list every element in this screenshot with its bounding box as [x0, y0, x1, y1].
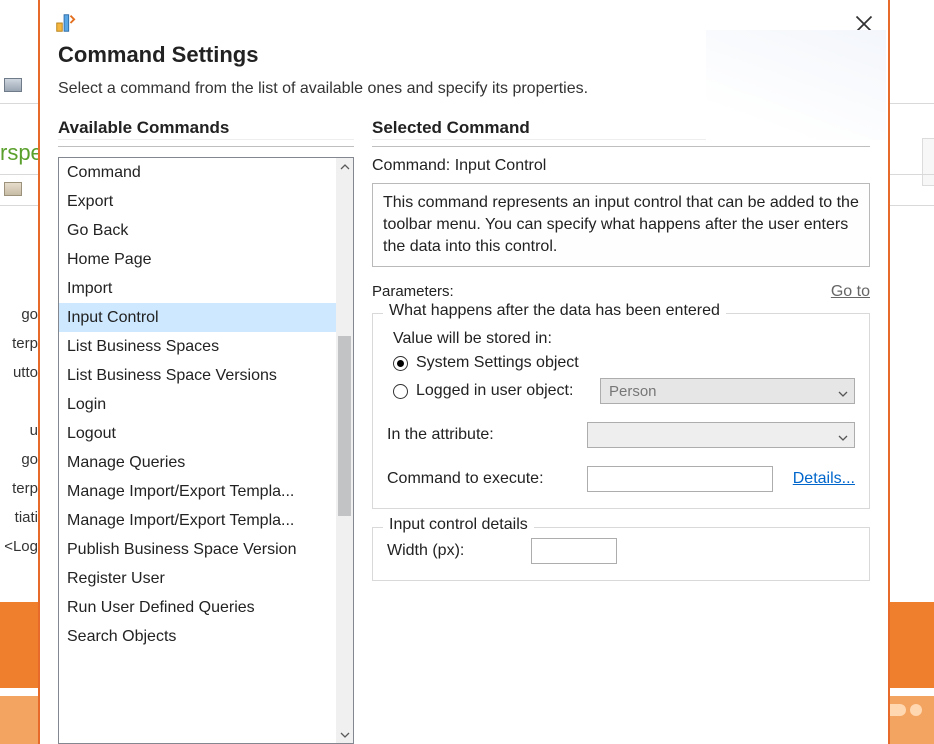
bg-toolbar-icon-2: [4, 182, 22, 196]
data-entered-fieldset: What happens after the data has been ent…: [372, 313, 870, 509]
stored-in-label: Value will be stored in:: [393, 330, 855, 348]
input-control-details-fieldset: Input control details Width (px):: [372, 527, 870, 581]
command-list-item[interactable]: Command: [59, 158, 336, 187]
command-label: Command:: [372, 157, 450, 174]
command-list-item[interactable]: Logout: [59, 419, 336, 448]
command-list-item[interactable]: Home Page: [59, 245, 336, 274]
bg-perspective-label: rspe: [0, 140, 43, 166]
attribute-select[interactable]: [587, 422, 855, 448]
parameters-label: Parameters:: [372, 283, 454, 300]
command-list-item[interactable]: Run User Defined Queries: [59, 593, 336, 622]
dialog-subtitle: Select a command from the list of availa…: [58, 80, 870, 98]
command-description-box: This command represents an input control…: [372, 183, 870, 267]
radio-system-settings-label: System Settings object: [416, 354, 579, 372]
command-list-item[interactable]: Manage Import/Export Templa...: [59, 506, 336, 535]
command-list-item[interactable]: Input Control: [59, 303, 336, 332]
dialog-title: Command Settings: [58, 42, 870, 68]
width-label: Width (px):: [387, 542, 517, 560]
close-button[interactable]: [854, 14, 874, 34]
command-list-item[interactable]: Search Objects: [59, 622, 336, 651]
chevron-down-icon: [838, 386, 848, 396]
selected-command-heading: Selected Command: [372, 118, 870, 147]
command-list-item[interactable]: List Business Space Versions: [59, 361, 336, 390]
radio-system-settings[interactable]: [393, 356, 408, 371]
command-settings-dialog: Command Settings Select a command from t…: [38, 0, 890, 744]
radio-logged-in-user[interactable]: [393, 384, 408, 399]
attribute-label: In the attribute:: [387, 426, 577, 444]
scroll-thumb[interactable]: [338, 336, 351, 516]
command-to-execute-label: Command to execute:: [387, 470, 577, 488]
goto-link[interactable]: Go to: [831, 283, 870, 301]
command-list-item[interactable]: Publish Business Space Version: [59, 535, 336, 564]
scroll-down-button[interactable]: [336, 726, 353, 743]
command-list-item[interactable]: Export: [59, 187, 336, 216]
user-object-select-value: Person: [609, 383, 657, 400]
dialog-title-icon: [54, 12, 76, 34]
command-list-item[interactable]: Login: [59, 390, 336, 419]
radio-logged-in-user-label: Logged in user object:: [416, 382, 592, 400]
width-input[interactable]: [531, 538, 617, 564]
data-entered-legend: What happens after the data has been ent…: [383, 302, 726, 320]
command-list-item[interactable]: Manage Queries: [59, 448, 336, 477]
command-list-item[interactable]: Manage Import/Export Templa...: [59, 477, 336, 506]
command-list-item[interactable]: Register User: [59, 564, 336, 593]
chevron-down-icon: [838, 430, 848, 440]
bg-left-panel-fragment: go terp utto u go terp tiati <Log: [0, 300, 38, 561]
listbox-scrollbar[interactable]: [336, 158, 353, 743]
available-commands-listbox[interactable]: CommandExportGo BackHome PageImportInput…: [58, 157, 354, 744]
input-control-details-legend: Input control details: [383, 516, 534, 534]
user-object-select[interactable]: Person: [600, 378, 855, 404]
command-list-item[interactable]: List Business Spaces: [59, 332, 336, 361]
command-name-value: Input Control: [455, 157, 547, 174]
bg-pill-2: [910, 704, 922, 716]
available-commands-heading: Available Commands: [58, 118, 354, 147]
command-to-execute-input[interactable]: [587, 466, 773, 492]
command-list-item[interactable]: Go Back: [59, 216, 336, 245]
details-link[interactable]: Details...: [793, 470, 855, 488]
scroll-up-button[interactable]: [336, 158, 353, 175]
command-list-item[interactable]: Import: [59, 274, 336, 303]
bg-toolbar-icon: [4, 78, 22, 92]
command-name-row: Command: Input Control: [372, 157, 870, 175]
